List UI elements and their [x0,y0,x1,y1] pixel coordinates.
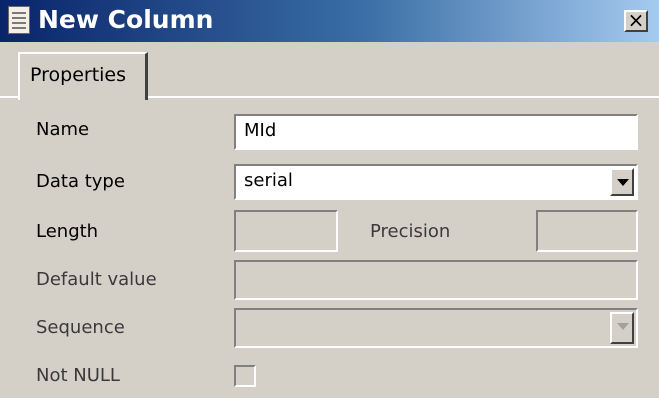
tab-label: Properties [30,64,127,86]
title-bar: New Column × [0,0,659,42]
not-null-checkbox[interactable] [234,365,256,387]
close-icon: × [627,8,645,32]
data-type-label: Data type [36,171,125,192]
sequence-select[interactable] [234,308,638,348]
chevron-down-icon [617,323,629,330]
chevron-down-icon [617,179,629,186]
name-label: Name [36,119,90,140]
tab-strip-line [148,96,659,98]
data-type-dropdown-button[interactable] [610,168,634,196]
name-field[interactable]: MId [234,114,638,150]
precision-label: Precision [370,221,451,242]
sequence-label: Sequence [36,317,125,338]
window-title: New Column [38,5,214,34]
close-button[interactable]: × [624,10,648,32]
sequence-dropdown-button[interactable] [610,312,634,344]
length-field[interactable] [234,210,338,252]
precision-field[interactable] [536,210,638,252]
default-value-field[interactable] [234,260,638,300]
length-label: Length [36,221,99,242]
data-type-value: serial [244,170,293,191]
table-icon [8,6,30,34]
name-value: MId [244,120,277,141]
tab-strip-line [0,96,18,98]
not-null-label: Not NULL [36,365,120,386]
tab-properties[interactable]: Properties [18,52,148,100]
data-type-select[interactable]: serial [234,164,638,200]
default-value-label: Default value [36,269,157,290]
